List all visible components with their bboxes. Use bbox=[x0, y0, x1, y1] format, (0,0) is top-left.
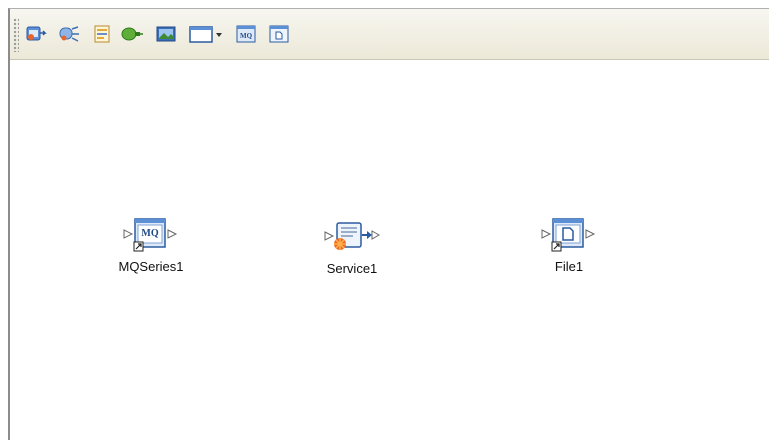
editor-toolbar: MQ bbox=[10, 9, 769, 60]
component-label: File1 bbox=[554, 259, 584, 274]
service-component-icon bbox=[307, 215, 397, 261]
window-dropdown-icon bbox=[188, 24, 224, 44]
mqseries-icon-text: MQ bbox=[141, 228, 158, 239]
add-service-connector-icon bbox=[58, 24, 82, 44]
file-adapter-button[interactable] bbox=[265, 22, 293, 46]
add-adapter-button[interactable] bbox=[118, 22, 146, 46]
svg-text:MQ: MQ bbox=[240, 32, 253, 40]
design-canvas[interactable]: MQ MQSeries1 Service1 File1 bbox=[10, 60, 769, 440]
edit-properties-button[interactable] bbox=[88, 22, 116, 46]
edit-properties-icon bbox=[92, 24, 112, 44]
mqseries-adapter-button[interactable]: MQ bbox=[232, 22, 260, 46]
add-image-button[interactable] bbox=[152, 22, 180, 46]
add-inbound-service-icon bbox=[25, 24, 47, 44]
component-file1[interactable]: File1 bbox=[524, 213, 614, 274]
add-inbound-service-button[interactable] bbox=[22, 22, 50, 46]
component-mqseries1[interactable]: MQ MQSeries1 bbox=[106, 213, 196, 274]
add-image-icon bbox=[155, 24, 177, 44]
file-adapter-icon bbox=[268, 24, 290, 44]
component-label: MQSeries1 bbox=[118, 259, 184, 274]
editor-frame: MQ MQ MQSeries1 Service1 File1 bbox=[8, 8, 769, 440]
component-label: Service1 bbox=[326, 261, 378, 276]
component-service1[interactable]: Service1 bbox=[307, 215, 397, 276]
file-component-icon bbox=[524, 213, 614, 259]
toolbar-grip[interactable] bbox=[13, 18, 19, 52]
window-dropdown-button[interactable] bbox=[186, 22, 226, 46]
mqseries-component-icon: MQ bbox=[106, 213, 196, 259]
add-service-connector-button[interactable] bbox=[56, 22, 84, 46]
mqseries-adapter-icon: MQ bbox=[235, 24, 257, 44]
add-adapter-icon bbox=[120, 24, 144, 44]
